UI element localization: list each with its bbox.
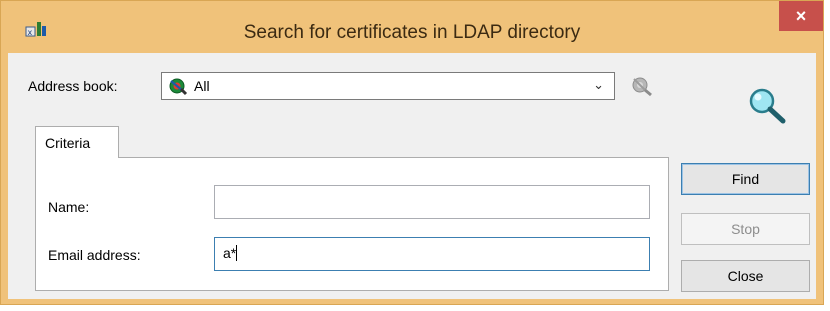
tab-criteria-label: Criteria [45,135,91,151]
name-label: Name: [48,199,90,215]
find-button[interactable]: Find [681,163,810,195]
email-input[interactable]: a* [214,237,650,271]
address-book-all-icon [169,78,188,96]
magnifier-icon [749,88,786,124]
email-label: Email address: [48,247,141,263]
window-title: Search for certificates in LDAP director… [243,22,581,43]
close-window-button[interactable]: × [779,1,823,31]
stop-button[interactable]: Stop [681,213,810,245]
close-icon: × [795,5,807,26]
directory-settings-icon[interactable] [630,75,654,97]
tab-criteria[interactable]: Criteria [35,126,119,158]
address-book-select[interactable]: All ⌄ [161,72,615,100]
chevron-down-icon[interactable]: ⌄ [593,77,604,93]
dialog-body: Address book: All ⌄ Criteria Name: Email… [8,53,816,299]
title-bar[interactable]: x Search for certificates in LDAP direct… [1,1,823,53]
email-input-value: a* [223,245,237,261]
name-input[interactable] [214,185,650,219]
address-book-label: Address book: [28,78,118,94]
ldap-search-dialog: x Search for certificates in LDAP direct… [0,0,824,305]
text-caret [236,245,238,261]
address-book-selected-value: All [194,78,210,94]
close-button[interactable]: Close [681,260,810,292]
